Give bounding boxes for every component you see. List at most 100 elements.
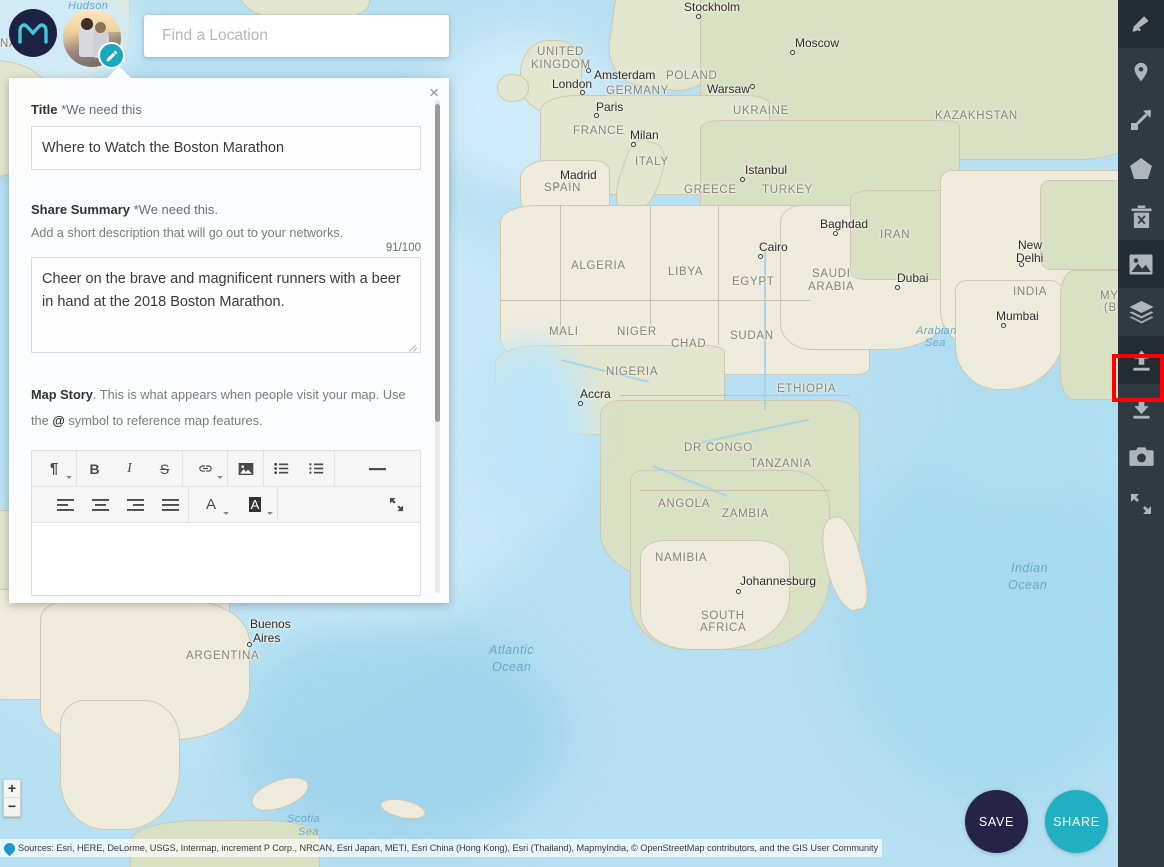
text-color-button[interactable]: A bbox=[189, 487, 233, 522]
zoom-out-button[interactable]: − bbox=[4, 798, 20, 816]
map-story-description: Map Story. This is what appears when peo… bbox=[31, 382, 412, 434]
paragraph-style-button[interactable]: ¶ bbox=[32, 451, 76, 486]
bulleted-list-button[interactable] bbox=[264, 451, 299, 486]
bullet-list-icon bbox=[274, 462, 289, 475]
draw-shape-tool[interactable] bbox=[1118, 144, 1164, 192]
editor-toolbar-row-2: A A bbox=[32, 487, 420, 523]
italic-button[interactable]: I bbox=[112, 451, 147, 486]
fullscreen-icon bbox=[1131, 494, 1151, 514]
align-justify-button[interactable] bbox=[153, 487, 188, 522]
delete-tool[interactable] bbox=[1118, 192, 1164, 240]
at-symbol: @ bbox=[52, 413, 65, 428]
map-city-dot bbox=[833, 231, 838, 236]
map-city-dot bbox=[1001, 323, 1006, 328]
download-icon bbox=[1132, 399, 1150, 419]
app-logo[interactable] bbox=[9, 9, 57, 57]
map-city-dot bbox=[578, 401, 583, 406]
align-right-icon bbox=[127, 498, 144, 511]
numbered-list-icon bbox=[309, 463, 324, 474]
summary-textarea[interactable]: Cheer on the brave and magnificent runne… bbox=[31, 257, 421, 353]
map-zoom-controls[interactable]: + − bbox=[3, 779, 21, 817]
map-city-dot bbox=[740, 177, 745, 182]
upload-icon bbox=[1132, 349, 1150, 371]
map-city-dot bbox=[790, 50, 795, 55]
expand-icon bbox=[389, 497, 404, 512]
map-story-text-2: symbol to reference map features. bbox=[64, 413, 263, 428]
map-city-dot bbox=[594, 113, 599, 118]
save-button[interactable]: SAVE bbox=[965, 790, 1028, 853]
align-center-button[interactable] bbox=[83, 487, 118, 522]
horizontal-rule-button[interactable] bbox=[360, 451, 395, 486]
align-justify-icon bbox=[162, 498, 179, 511]
layers-tool[interactable] bbox=[1118, 288, 1164, 336]
title-field-label: Title *We need this bbox=[31, 102, 412, 117]
summary-field-label: Share Summary *We need this. bbox=[31, 202, 412, 217]
map-city-dot bbox=[631, 142, 636, 147]
bold-button[interactable]: B bbox=[77, 451, 112, 486]
map-city-dot bbox=[247, 642, 252, 647]
share-button[interactable]: SHARE bbox=[1045, 790, 1108, 853]
map-city-dot bbox=[1019, 262, 1024, 267]
summary-help-text: Add a short description that will go out… bbox=[31, 226, 344, 240]
image-icon bbox=[238, 462, 253, 475]
map-story-editor[interactable]: ¶ B I S A A bbox=[31, 450, 421, 596]
download-tool[interactable] bbox=[1118, 384, 1164, 432]
map-pin-icon bbox=[1134, 62, 1148, 82]
map-city-dot bbox=[553, 182, 558, 187]
edit-profile-button[interactable] bbox=[98, 42, 125, 69]
mapme-logo-icon bbox=[18, 23, 48, 44]
snapshot-tool[interactable] bbox=[1118, 432, 1164, 480]
user-avatar-wrapper[interactable] bbox=[63, 9, 125, 69]
title-label-text: Title bbox=[31, 102, 58, 117]
map-story-editor-body[interactable] bbox=[32, 523, 420, 595]
highlight-color-button[interactable]: A bbox=[233, 487, 277, 522]
link-icon bbox=[198, 465, 212, 472]
map-city-dot bbox=[758, 254, 763, 259]
panel-scrollbar-thumb[interactable] bbox=[435, 104, 440, 422]
fullscreen-tool[interactable] bbox=[1118, 480, 1164, 528]
zoom-in-button[interactable]: + bbox=[4, 780, 20, 798]
map-story-label: Map Story bbox=[31, 387, 93, 402]
numbered-list-button[interactable] bbox=[299, 451, 334, 486]
draw-tool[interactable] bbox=[1118, 0, 1164, 48]
pencil-icon bbox=[106, 50, 117, 61]
trash-icon bbox=[1130, 205, 1152, 228]
link-button[interactable] bbox=[183, 451, 227, 486]
line-arrow-icon bbox=[1131, 110, 1151, 130]
image-icon bbox=[1129, 254, 1153, 274]
camera-icon bbox=[1128, 446, 1154, 466]
align-right-button[interactable] bbox=[118, 487, 153, 522]
map-city-dot bbox=[696, 14, 701, 19]
map-attribution: Sources: Esri, HERE, DeLorme, USGS, Inte… bbox=[0, 839, 883, 857]
panel-scrollbar[interactable] bbox=[435, 100, 440, 593]
strikethrough-button[interactable]: S bbox=[147, 451, 182, 486]
esri-logo-icon bbox=[1, 840, 18, 856]
add-marker-tool[interactable] bbox=[1118, 48, 1164, 96]
close-panel-button[interactable]: × bbox=[429, 84, 439, 101]
add-image-tool[interactable] bbox=[1118, 240, 1164, 288]
layers-icon bbox=[1129, 300, 1153, 323]
map-city-dot bbox=[895, 285, 900, 290]
map-city-dot bbox=[586, 68, 591, 73]
map-city-dot bbox=[580, 90, 585, 95]
title-input[interactable] bbox=[31, 126, 421, 170]
insert-image-button[interactable] bbox=[228, 451, 263, 486]
align-left-button[interactable] bbox=[48, 487, 83, 522]
polygon-icon bbox=[1130, 157, 1152, 179]
map-city-dot bbox=[750, 84, 755, 89]
summary-required-note: *We need this. bbox=[133, 202, 218, 217]
location-search-box[interactable] bbox=[144, 15, 449, 57]
editor-toolbar-row-1: ¶ B I S bbox=[32, 451, 420, 487]
fullscreen-editor-button[interactable] bbox=[379, 487, 414, 522]
summary-label-text: Share Summary bbox=[31, 202, 130, 217]
draw-line-tool[interactable] bbox=[1118, 96, 1164, 144]
map-details-panel: × Title *We need this Share Summary *We … bbox=[9, 78, 449, 603]
search-input[interactable] bbox=[144, 15, 449, 57]
align-center-icon bbox=[92, 498, 109, 511]
map-label: ETHIOPIA bbox=[777, 383, 837, 395]
upload-tool[interactable] bbox=[1118, 336, 1164, 384]
attribution-text: Sources: Esri, HERE, DeLorme, USGS, Inte… bbox=[18, 843, 879, 853]
align-left-icon bbox=[57, 498, 74, 511]
map-city-dot bbox=[736, 589, 741, 594]
tool-rail bbox=[1118, 0, 1164, 867]
